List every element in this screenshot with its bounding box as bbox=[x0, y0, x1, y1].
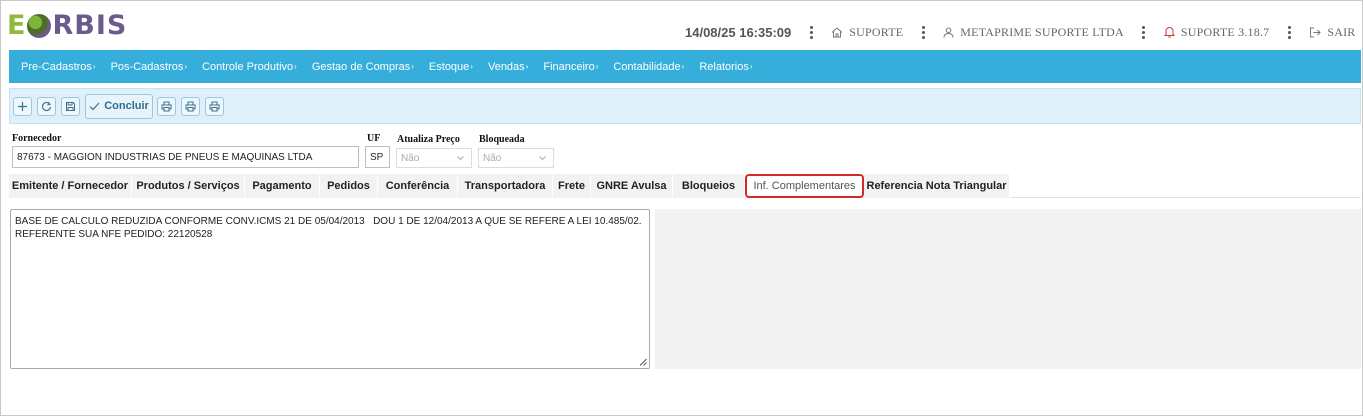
tab-inf-complementares[interactable]: Inf. Complementares bbox=[745, 174, 864, 198]
chevron-right-icon: › bbox=[411, 62, 414, 71]
tab-pagamento[interactable]: Pagamento bbox=[245, 174, 320, 198]
chevron-right-icon: › bbox=[525, 62, 529, 71]
nav-label: Vendas bbox=[487, 60, 525, 73]
main-nav: Pre-Cadastros › Pos-Cadastros › Controle P… bbox=[9, 50, 1361, 83]
plus-icon bbox=[18, 101, 27, 111]
support-link-label: SUPORTE bbox=[849, 24, 904, 39]
home-icon bbox=[831, 26, 843, 37]
logout-icon bbox=[1310, 27, 1322, 37]
nav-label: Contabilidade bbox=[613, 60, 681, 73]
tab-referencia-nota-triangular[interactable]: Referencia Nota Triangular bbox=[864, 174, 1010, 198]
nav-vendas[interactable]: Vendas › bbox=[488, 61, 528, 73]
fornecedor-label: Fornecedor bbox=[12, 133, 62, 144]
atualiza-preco-select[interactable]: Não bbox=[396, 148, 472, 168]
print-icon bbox=[161, 101, 172, 111]
header-datetime: 14/08/25 16:35:09 bbox=[685, 24, 792, 40]
nav-contabilidade[interactable]: Contabilidade › bbox=[613, 61, 684, 73]
nav-label: Pos-Cadastros bbox=[110, 60, 184, 73]
concluir-button[interactable]: Concluir bbox=[85, 93, 153, 119]
company-menu[interactable]: METAPRIME SUPORTE LTDA bbox=[943, 25, 1124, 40]
logo-letter-e: E bbox=[7, 9, 27, 41]
action-toolbar: Concluir bbox=[9, 88, 1361, 124]
version-notifications[interactable]: SUPORTE 3.18.7 bbox=[1163, 24, 1270, 40]
nav-relatorios[interactable]: Relatorios › bbox=[699, 61, 752, 73]
textarea-line: BASE DE CALCULO REDUZIDA CONFORME CONV.I… bbox=[15, 216, 642, 227]
chevron-right-icon: › bbox=[294, 62, 297, 71]
resize-grip-icon[interactable] bbox=[639, 358, 647, 366]
nav-label: Gestao de Compras bbox=[311, 60, 411, 73]
kebab-icon[interactable] bbox=[1287, 25, 1291, 39]
user-icon bbox=[943, 27, 954, 38]
nav-estoque[interactable]: Estoque › bbox=[429, 61, 473, 73]
concluir-label: Concluir bbox=[104, 100, 149, 112]
chevron-right-icon: › bbox=[681, 62, 685, 71]
print-icon bbox=[209, 101, 220, 111]
nav-label: Financeiro bbox=[543, 60, 595, 73]
print-button-3[interactable] bbox=[205, 96, 224, 116]
save-icon bbox=[66, 101, 75, 111]
chevron-right-icon: › bbox=[749, 62, 753, 71]
print-button-1[interactable] bbox=[157, 96, 176, 116]
tab-pedidos[interactable]: Pedidos bbox=[320, 174, 378, 198]
logout-label: SAIR bbox=[1327, 24, 1356, 39]
bell-icon bbox=[1163, 26, 1175, 38]
nav-gestao-de-compras[interactable]: Gestao de Compras › bbox=[312, 61, 414, 73]
chevron-down-icon bbox=[539, 156, 546, 161]
tab-emitente-fornecedor[interactable]: Emitente / Fornecedor bbox=[9, 174, 132, 198]
save-button[interactable] bbox=[61, 96, 80, 116]
side-panel bbox=[655, 209, 1361, 369]
bloqueada-select[interactable]: Não bbox=[478, 148, 554, 168]
logo-globe-icon bbox=[27, 14, 52, 38]
header-bar: 14/08/25 16:35:09 SUPORTE METAPRIME SUPO… bbox=[685, 21, 1356, 43]
chevron-right-icon: › bbox=[92, 62, 96, 71]
kebab-icon[interactable] bbox=[809, 25, 813, 39]
tab-gnre-avulsa[interactable]: GNRE Avulsa bbox=[591, 174, 673, 198]
tab-produtos-servicos[interactable]: Produtos / Serviços bbox=[132, 174, 245, 198]
uf-field[interactable]: SP bbox=[365, 146, 390, 168]
check-icon bbox=[89, 102, 100, 110]
tab-frete[interactable]: Frete bbox=[553, 174, 591, 198]
nav-label: Estoque bbox=[428, 60, 470, 73]
refresh-button[interactable] bbox=[37, 96, 56, 116]
print-button-2[interactable] bbox=[181, 96, 200, 116]
chevron-right-icon: › bbox=[184, 62, 188, 71]
kebab-icon[interactable] bbox=[921, 25, 925, 39]
nav-controle-produtivo[interactable]: Controle Produtivo › bbox=[202, 61, 297, 73]
fornecedor-field[interactable]: 87673 - MAGGION INDUSTRIAS DE PNEUS E MA… bbox=[12, 146, 359, 168]
atualiza-preco-label: Atualiza Preço bbox=[397, 134, 460, 145]
print-icon bbox=[185, 101, 196, 111]
app-logo: E RBIS bbox=[7, 9, 127, 41]
add-button[interactable] bbox=[13, 96, 32, 116]
bloqueada-label: Bloqueada bbox=[479, 134, 525, 145]
logout-button[interactable]: SAIR bbox=[1309, 25, 1355, 40]
nav-label: Pre-Cadastros bbox=[21, 60, 92, 73]
uf-label: UF bbox=[367, 133, 381, 144]
refresh-icon bbox=[42, 101, 52, 111]
support-link[interactable]: SUPORTE bbox=[831, 25, 903, 40]
bloqueada-value: Não bbox=[483, 152, 502, 164]
tab-bar: Emitente / Fornecedor Produtos / Serviço… bbox=[9, 174, 1361, 198]
inf-complementares-textarea[interactable]: BASE DE CALCULO REDUZIDA CONFORME CONV.I… bbox=[10, 209, 650, 369]
nav-pre-cadastros[interactable]: Pre-Cadastros › bbox=[21, 61, 96, 73]
tab-transportadora[interactable]: Transportadora bbox=[458, 174, 553, 198]
atualiza-preco-value: Não bbox=[401, 152, 420, 164]
kebab-icon[interactable] bbox=[1142, 25, 1146, 39]
textarea-line: REFERENTE SUA NFE PEDIDO: 22120528 bbox=[15, 229, 213, 240]
company-name: METAPRIME SUPORTE LTDA bbox=[960, 24, 1124, 39]
tab-bloqueios[interactable]: Bloqueios bbox=[673, 174, 745, 198]
chevron-right-icon: › bbox=[595, 62, 599, 71]
logo-text: RBIS bbox=[52, 9, 128, 41]
version-label: SUPORTE 3.18.7 bbox=[1180, 24, 1270, 39]
chevron-down-icon bbox=[457, 156, 464, 161]
nav-label: Controle Produtivo bbox=[202, 60, 294, 73]
nav-label: Relatorios bbox=[699, 60, 749, 73]
nav-financeiro[interactable]: Financeiro › bbox=[543, 61, 598, 73]
nav-pos-cadastros[interactable]: Pos-Cadastros › bbox=[111, 61, 187, 73]
tab-conferencia[interactable]: Conferência bbox=[378, 174, 458, 198]
chevron-right-icon: › bbox=[470, 62, 473, 71]
